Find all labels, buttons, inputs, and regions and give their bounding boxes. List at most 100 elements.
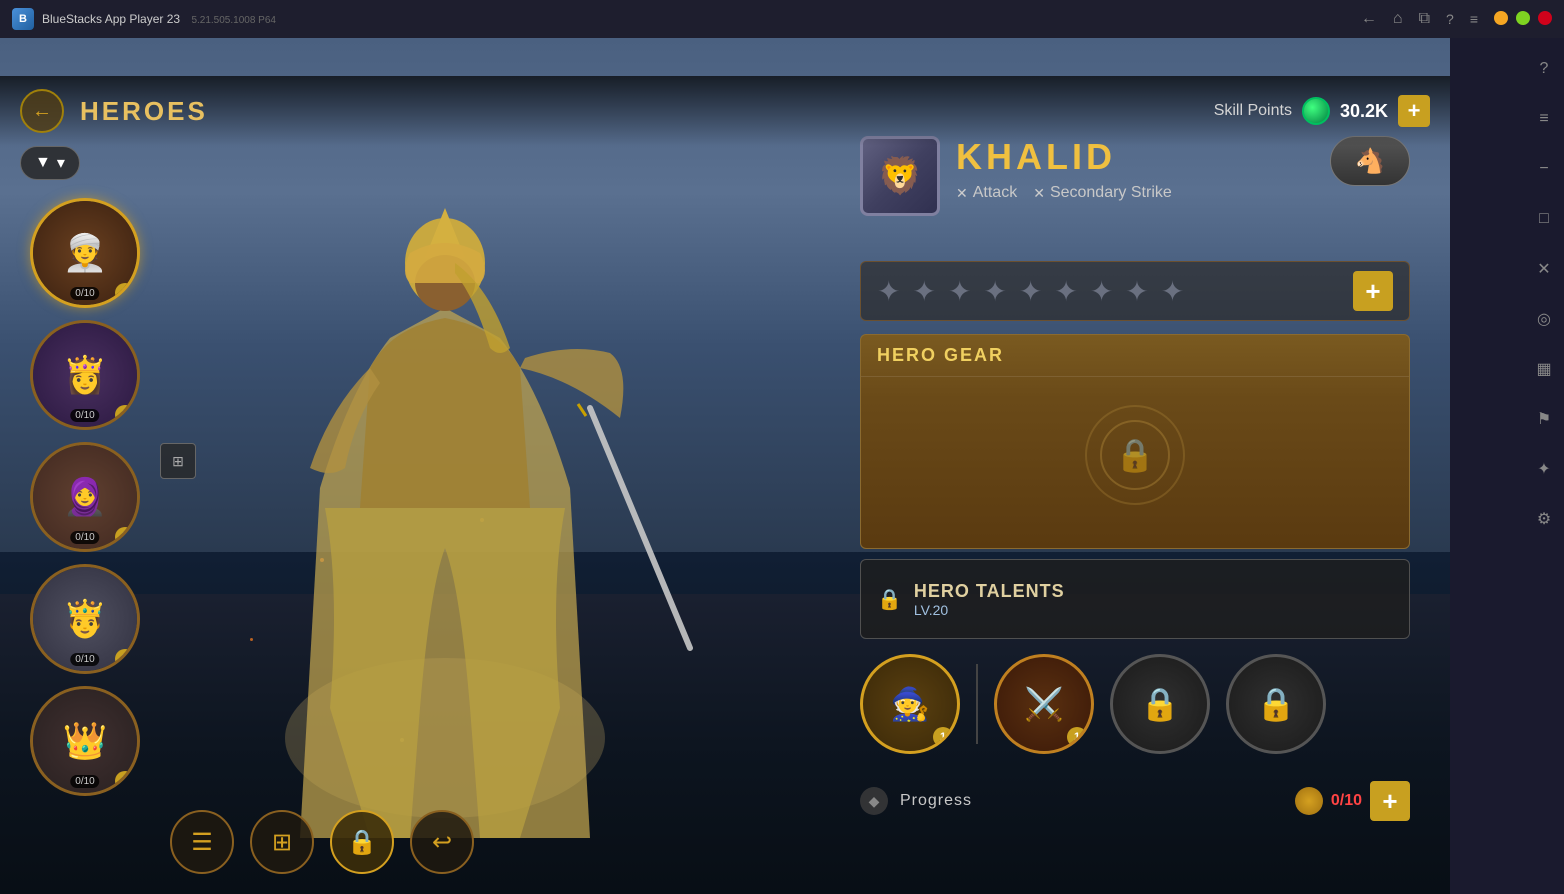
skill-points-label: Skill Points (1214, 102, 1292, 120)
hero-lock-icon-2: 🔒 (115, 405, 135, 425)
hero-list-item-4[interactable]: 🤴 0/10 🔒 (30, 564, 140, 674)
skill-4-lock-icon: 🔒 (1256, 685, 1296, 723)
star-3: ✦ (948, 275, 971, 308)
star-5: ✦ (1019, 275, 1042, 308)
sidebar-icon-6[interactable]: ◎ (1529, 304, 1559, 334)
sidebar-icon-3[interactable]: − (1529, 154, 1559, 184)
hero-talents-section: 🔒 HERO TALENTS LV.20 (860, 559, 1410, 639)
sidebar-icon-8[interactable]: ⚑ (1529, 404, 1559, 434)
right-sidebar: ? ≡ − □ ✕ ◎ ▦ ⚑ ✦ ⚙ (1524, 38, 1564, 894)
skill-2-level: 1 (1067, 727, 1087, 747)
back-button[interactable]: ← (20, 89, 64, 133)
gem-icon (1302, 97, 1330, 125)
titlebar-nav: ← ⌂ ⧉ (1361, 10, 1430, 28)
skill2-label: Secondary Strike (1050, 184, 1172, 202)
app-icon: B (12, 8, 34, 30)
progress-label: Progress (900, 792, 972, 810)
hero-lock-icon-5: 🔒 (115, 771, 135, 791)
hero-progress-4: 0/10 (70, 653, 99, 666)
progress-coin-icon (1295, 787, 1323, 815)
skill-icon-4[interactable]: 🔒 (1226, 654, 1326, 754)
star-6: ✦ (1054, 275, 1077, 308)
hero-list-item-5[interactable]: 👑 0/10 🔒 (30, 686, 140, 796)
sidebar-icon-5[interactable]: ✕ (1529, 254, 1559, 284)
minimize-button[interactable] (1494, 11, 1508, 25)
game-area: ← HEROES Skill Points 30.2K + ▼ ▾ ⊞ 👳 0/… (0, 38, 1450, 894)
skill-count: 30.2K (1340, 101, 1388, 122)
hero-skills-row: ✕ Attack ✕ Secondary Strike (956, 184, 1172, 202)
right-panel: 🦁 KHALID ✕ Attack ✕ Secondary Strike 🐴 (840, 76, 1430, 894)
skill-3-lock-icon: 🔒 (1140, 685, 1180, 723)
sidebar-icon-7[interactable]: ▦ (1529, 354, 1559, 384)
hero-gear-content: 🔒 (861, 377, 1409, 532)
skill-tag-attack: ✕ Attack (956, 184, 1017, 202)
sidebar-icon-10[interactable]: ⚙ (1529, 504, 1559, 534)
progress-diamond-icon: ◆ (860, 787, 888, 815)
hero-list-item-3[interactable]: 🧕 0/10 🔒 (30, 442, 140, 552)
titlebar: B BlueStacks App Player 23 5.21.505.1008… (0, 0, 1564, 38)
hero-progress-5: 0/10 (70, 775, 99, 788)
progress-add-button[interactable]: + (1370, 781, 1410, 821)
nav-list-button[interactable]: ☰ (170, 810, 234, 874)
talent-lock-icon: 🔒 (877, 587, 902, 612)
menu-icon[interactable]: ≡ (1470, 11, 1478, 27)
star-9: ✦ (1161, 275, 1184, 308)
sidebar-icon-4[interactable]: □ (1529, 204, 1559, 234)
hero-list: 👳 0/10 🔒 👸 0/10 🔒 🧕 0/10 🔒 🤴 0/10 🔒 👑 0/… (30, 198, 170, 796)
secondary-cross-icon: ✕ (1033, 185, 1045, 202)
talent-level: LV.20 (914, 602, 1065, 618)
hero-emblem: 🦁 (860, 136, 940, 216)
app-title: BlueStacks App Player 23 5.21.505.1008 P… (42, 12, 1345, 26)
hero-progress-2: 0/10 (70, 409, 99, 422)
gear-lock-area: 🔒 (1085, 405, 1185, 505)
skill-1-image: 🧙 (890, 685, 930, 723)
sidebar-icon-9[interactable]: ✦ (1529, 454, 1559, 484)
nav-home-icon[interactable]: ⌂ (1393, 10, 1403, 28)
hero-lock-icon-3: 🔒 (115, 527, 135, 547)
hero-list-item-1[interactable]: 👳 0/10 🔒 (30, 198, 140, 308)
progress-area: ◆ Progress 0/10 + (860, 776, 1410, 826)
nav-undo-button[interactable]: ↩ (410, 810, 474, 874)
filter-icon: ▼ (35, 154, 51, 172)
skill-icon-1[interactable]: 🧙 1 (860, 654, 960, 754)
progress-nums: 0/10 (1331, 792, 1362, 810)
skill-icons-row: 🧙 1 ⚔️ 1 🔒 🔒 (860, 654, 1410, 754)
restore-button[interactable] (1516, 11, 1530, 25)
filter-button[interactable]: ▼ ▾ (20, 146, 80, 180)
progress-count: 0/10 + (1295, 781, 1410, 821)
add-skill-points-button[interactable]: + (1398, 95, 1430, 127)
window-controls: ? ≡ (1446, 11, 1552, 27)
skill-points-area: Skill Points 30.2K + (1214, 95, 1430, 127)
stars-row: ✦ ✦ ✦ ✦ ✦ ✦ ✦ ✦ ✦ + (860, 261, 1410, 321)
hero-list-item-2[interactable]: 👸 0/10 🔒 (30, 320, 140, 430)
filter-area: ▼ ▾ (20, 146, 80, 180)
hero-lock-icon-1: 🔒 (115, 283, 135, 303)
nav-lock-button[interactable]: 🔒 (330, 810, 394, 874)
hero-lock-icon-4: 🔒 (115, 649, 135, 669)
page-title: HEROES (80, 96, 208, 127)
close-button[interactable] (1538, 11, 1552, 25)
sidebar-icon-1[interactable]: ? (1529, 54, 1559, 84)
star-4: ✦ (983, 275, 1006, 308)
skill-icon-2[interactable]: ⚔️ 1 (994, 654, 1094, 754)
nav-windows-icon[interactable]: ⧉ (1419, 10, 1430, 28)
bottom-nav: ☰ ⊞ 🔒 ↩ (170, 810, 474, 874)
skill-tag-secondary: ✕ Secondary Strike (1033, 184, 1172, 202)
star-7: ✦ (1090, 275, 1113, 308)
skill1-label: Attack (973, 184, 1017, 202)
hero-svg (170, 88, 720, 868)
nav-back-icon[interactable]: ← (1361, 10, 1377, 28)
nav-grid-button[interactable]: ⊞ (250, 810, 314, 874)
skill-divider (976, 664, 978, 744)
chevron-down-icon: ▾ (57, 153, 65, 173)
help-icon[interactable]: ? (1446, 11, 1454, 27)
hero-figure-area (170, 88, 720, 868)
skill-icon-3[interactable]: 🔒 (1110, 654, 1210, 754)
hero-gear-section: HERO GEAR 🔒 (860, 334, 1410, 549)
hero-progress-3: 0/10 (70, 531, 99, 544)
star-2: ✦ (912, 275, 935, 308)
sidebar-icon-2[interactable]: ≡ (1529, 104, 1559, 134)
gear-lock-icon: 🔒 (1100, 420, 1170, 490)
skill-1-level: 1 (933, 727, 953, 747)
stars-add-button[interactable]: + (1353, 271, 1393, 311)
